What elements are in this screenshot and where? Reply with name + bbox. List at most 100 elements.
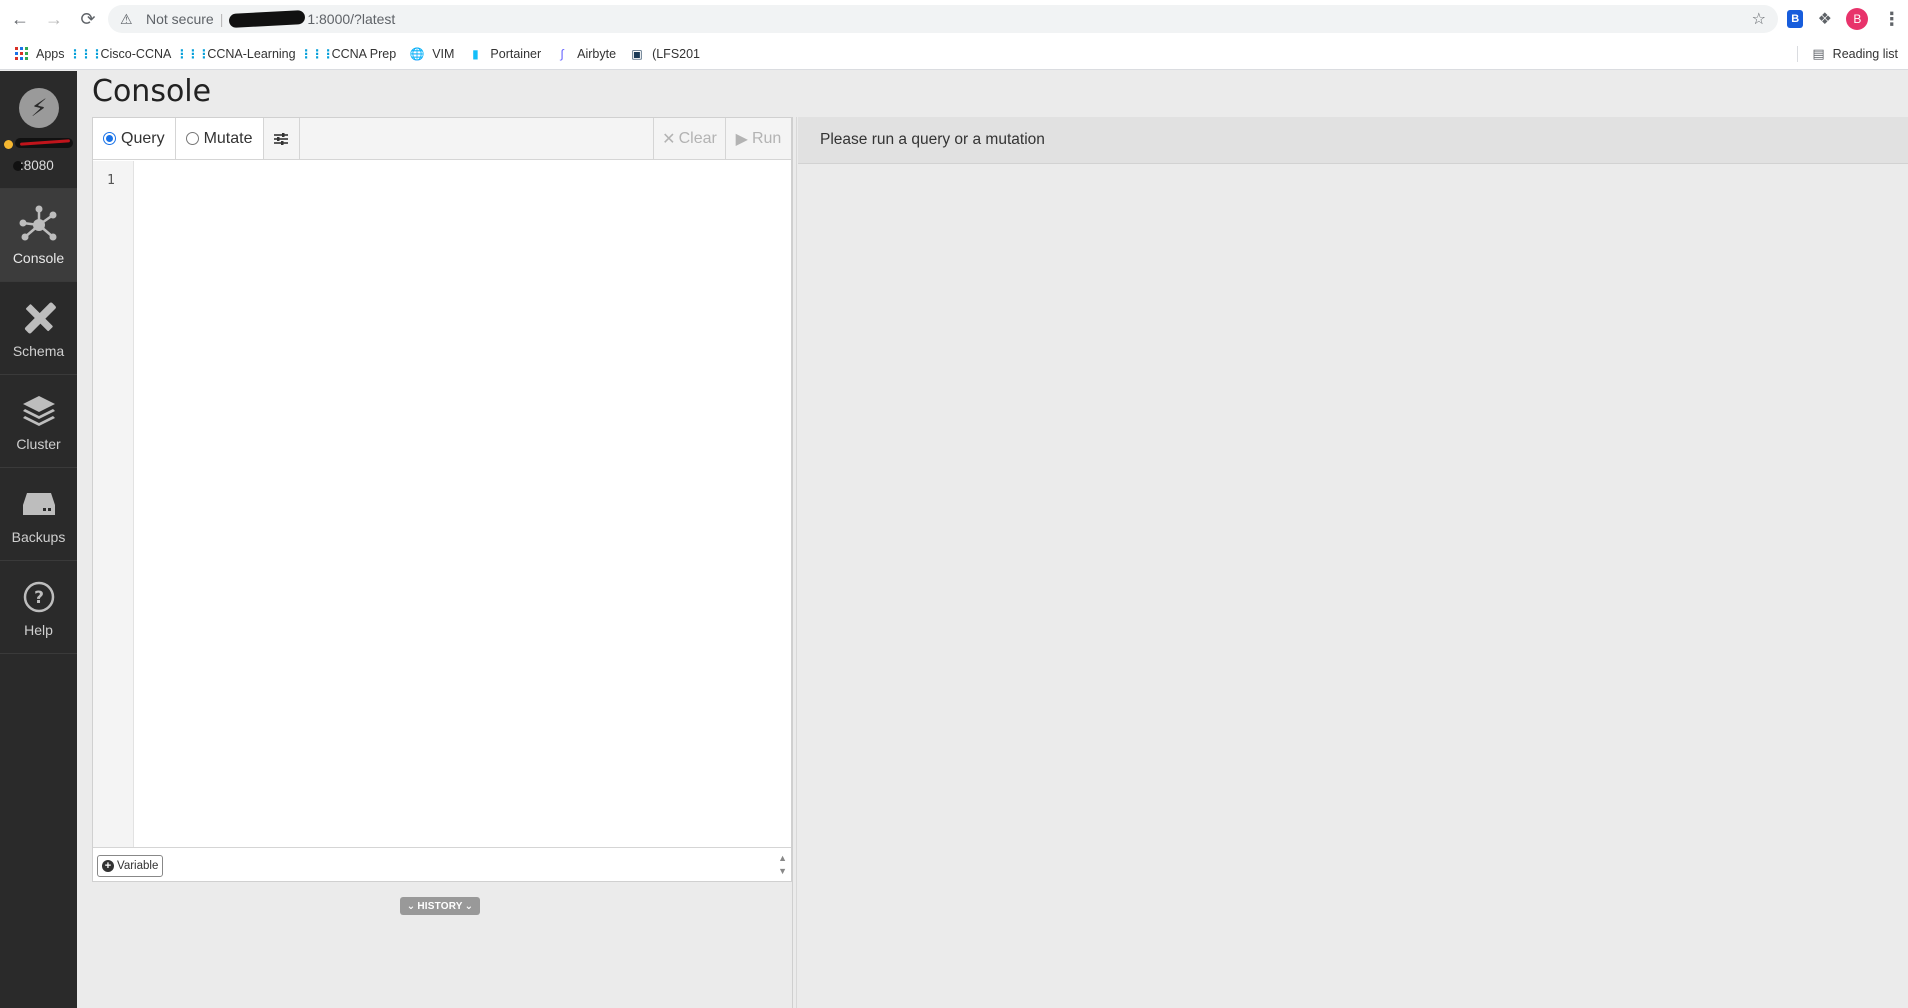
app-sidebar: ⚡ :8080 Console Schema Cluster Backups ?… — [0, 71, 77, 1008]
bookmark-label: (LFS201 — [652, 46, 701, 61]
line-number: 1 — [107, 173, 115, 188]
sidebar-item-help[interactable]: ? Help — [0, 561, 77, 654]
profile-avatar[interactable]: B — [1846, 8, 1869, 30]
url-text[interactable]: 1:8000/?latest — [307, 11, 395, 27]
cisco-icon: ⋮⋮⋮ — [300, 46, 334, 61]
sidebar-item-label: Backups — [11, 529, 66, 545]
bookmark-ccna-learning[interactable]: ⋮⋮⋮ CCNA-Learning — [175, 46, 296, 61]
address-separator: | — [219, 11, 224, 27]
clear-label: Clear — [678, 129, 717, 147]
query-editor-pane: Query Mutate ✕ Clear ▶ Run 1 + Variable … — [92, 117, 792, 882]
server-indicator[interactable]: ⚡ :8080 — [0, 71, 77, 189]
console-graph-icon — [17, 204, 61, 246]
browser-toolbar: ← → ⟳ ⚠ Not secure | 1:8000/?latest ☆ B … — [0, 0, 1908, 38]
sidebar-item-label: Help — [24, 622, 53, 638]
browser-menu-icon[interactable]: ⋮ — [1883, 9, 1901, 30]
sidebar-item-backups[interactable]: Backups — [0, 468, 77, 561]
editor-settings-button[interactable] — [263, 118, 300, 159]
globe-icon: 🌐 — [409, 46, 425, 61]
bitwarden-extension-icon[interactable]: B — [1787, 10, 1804, 28]
pane-splitter[interactable] — [792, 117, 793, 1008]
cisco-icon: ⋮⋮⋮ — [69, 46, 103, 61]
redacted-host — [229, 10, 306, 28]
play-icon: ▶ — [735, 130, 748, 148]
back-arrow-icon[interactable]: ← — [6, 5, 34, 33]
extension-area: B ❖ B ⋮ — [1780, 5, 1908, 33]
reading-list-button[interactable]: ▤ Reading list — [1812, 46, 1898, 62]
main-content: Console Query Mutate ✕ Clear ▶ Run 1 + V… — [77, 71, 1908, 1008]
dgraph-logo-icon: ⚡ — [19, 88, 59, 128]
mutate-mode-radio[interactable]: Mutate — [175, 118, 264, 159]
sidebar-item-label: Schema — [12, 343, 65, 359]
bookmark-label: CCNA-Learning — [207, 46, 296, 61]
chevron-down-icon: ⌄ — [406, 900, 416, 912]
pane-splitter-edge — [796, 117, 797, 1008]
server-port: :8080 — [20, 158, 54, 173]
reading-list-icon: ▤ — [1812, 45, 1825, 61]
cisco-icon: ⋮⋮⋮ — [175, 46, 210, 61]
close-icon: ✕ — [662, 130, 676, 148]
bookmark-label: Airbyte — [577, 46, 617, 61]
bookmark-label: Apps — [36, 46, 65, 61]
variables-scrollbar[interactable]: ▲ ▼ — [778, 852, 787, 878]
chevron-down-icon: ⌄ — [464, 900, 474, 912]
address-bar[interactable]: ⚠ Not secure | 1:8000/?latest ☆ — [108, 5, 1778, 33]
history-toggle-button[interactable]: ⌄ HISTORY ⌄ — [400, 897, 480, 915]
radio-label: Mutate — [203, 129, 253, 147]
bookmark-label: CCNA Prep — [331, 46, 397, 61]
bookmark-vim[interactable]: 🌐 VIM — [409, 46, 455, 61]
forward-arrow-icon[interactable]: → — [40, 5, 68, 33]
bookmark-label: VIM — [432, 46, 455, 61]
airbyte-icon: ∫ — [560, 46, 564, 61]
bookmark-ccna-prep[interactable]: ⋮⋮⋮ CCNA Prep — [300, 46, 397, 61]
apps-grid-icon — [14, 47, 28, 61]
help-question-icon: ? — [23, 576, 55, 618]
clear-button[interactable]: ✕ Clear — [653, 118, 725, 159]
warning-triangle-icon: ⚠ — [120, 10, 133, 27]
svg-text:?: ? — [34, 588, 44, 608]
radio-label: Query — [121, 129, 165, 147]
bookmark-portainer[interactable]: ▮ Portainer — [468, 47, 541, 61]
bookmark-lfs201[interactable]: ▣ (LFS201 — [630, 47, 700, 61]
editor-toolbar: Query Mutate ✕ Clear ▶ Run — [93, 118, 791, 160]
plus-circle-icon: + — [102, 860, 114, 872]
page-title: Console — [92, 74, 212, 109]
results-pane: Please run a query or a mutation — [798, 117, 1908, 1008]
bookmark-label: Cisco-CCNA — [100, 46, 172, 61]
backups-drive-icon — [21, 483, 57, 525]
bookmark-airbyte[interactable]: ∫ Airbyte — [555, 46, 617, 61]
sidebar-item-console[interactable]: Console — [0, 189, 77, 282]
reading-list-label: Reading list — [1832, 46, 1898, 61]
results-placeholder: Please run a query or a mutation — [798, 117, 1908, 164]
square-icon: ▣ — [631, 46, 643, 61]
editor-actions: ✕ Clear ▶ Run — [653, 118, 791, 159]
radio-selected-icon — [103, 132, 116, 145]
add-variable-button[interactable]: + Variable — [97, 855, 164, 877]
bookmark-cisco-ccna[interactable]: ⋮⋮⋮ Cisco-CCNA — [69, 46, 172, 61]
run-label: Run — [751, 129, 782, 147]
schema-pencil-icon — [21, 297, 57, 339]
reload-icon[interactable]: ⟳ — [74, 5, 102, 33]
sidebar-item-schema[interactable]: Schema — [0, 282, 77, 375]
history-label: HISTORY — [417, 900, 463, 912]
sliders-icon — [274, 132, 288, 145]
bookmark-label: Portainer — [490, 46, 542, 61]
run-button[interactable]: ▶ Run — [725, 118, 791, 159]
security-label: Not secure — [146, 11, 214, 27]
bookmark-star-icon[interactable]: ☆ — [1752, 9, 1766, 29]
line-gutter: 1 — [93, 161, 134, 847]
bookmark-apps[interactable]: Apps — [14, 47, 65, 61]
query-mode-radio[interactable]: Query — [93, 118, 176, 159]
extensions-puzzle-icon[interactable]: ❖ — [1818, 9, 1832, 29]
sidebar-item-label: Console — [12, 250, 65, 266]
code-editor[interactable]: 1 — [93, 161, 791, 847]
cluster-layers-icon — [21, 390, 57, 432]
sidebar-item-cluster[interactable]: Cluster — [0, 375, 77, 468]
radio-unselected-icon — [185, 132, 199, 145]
sidebar-item-label: Cluster — [16, 436, 61, 452]
connection-status-dot — [4, 140, 13, 149]
variable-label: Variable — [117, 860, 159, 872]
portainer-icon: ▮ — [472, 46, 479, 61]
variables-bar: + Variable ▲ ▼ — [93, 847, 791, 881]
bookmarks-bar: Apps ⋮⋮⋮ Cisco-CCNA ⋮⋮⋮ CCNA-Learning ⋮⋮… — [0, 38, 1908, 102]
